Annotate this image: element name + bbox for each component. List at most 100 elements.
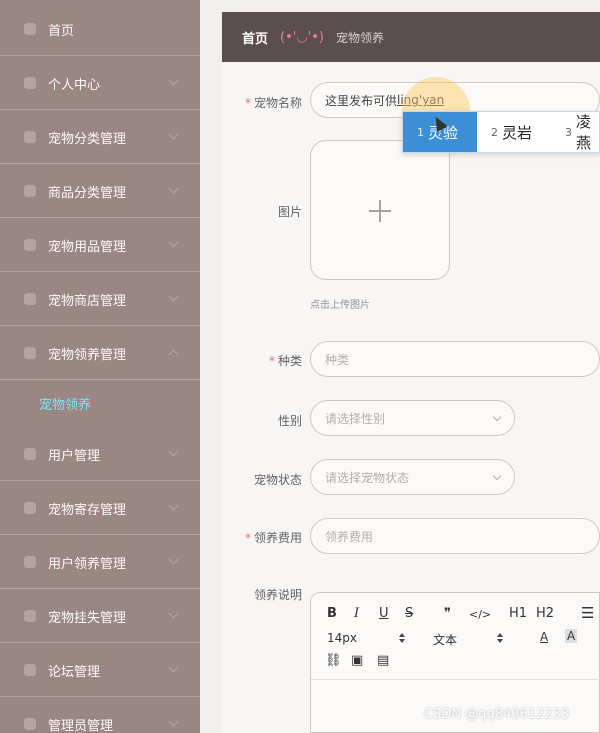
bold-button[interactable]: B (327, 606, 337, 621)
sidebar-item-label: 论坛管理 (48, 664, 101, 680)
sidebar-item-label: 宠物分类管理 (48, 131, 127, 147)
pet-name-label: * 宠物名称 (244, 96, 302, 110)
sidebar-subitem-label: 宠物领养 (39, 397, 92, 413)
chevron-down-icon (168, 662, 179, 673)
font-size-select[interactable]: 14px (327, 631, 357, 645)
required-mark: * (244, 531, 251, 545)
species-input[interactable]: 种类 (310, 341, 600, 377)
chevron-down-icon (168, 237, 179, 248)
pet-name-text: 这里发布可供 (325, 93, 398, 108)
main-content: 首页 (•'◡'•) 宠物领养 * 宠物名称 这里发布可供 ling'yan 图片 … (200, 0, 600, 733)
caret-up-icon (497, 633, 503, 637)
species-label: * 种类 (268, 354, 302, 368)
quote-button[interactable]: ❞ (444, 606, 451, 621)
sidebar-item-home[interactable]: 首页 (0, 3, 200, 56)
sidebar-item-label: 用户管理 (48, 448, 101, 464)
watermark: CSDN @qq840612233 (424, 707, 570, 722)
breadcrumb: 首页 (•'◡'•) 宠物领养 (222, 12, 600, 62)
admin-icon (24, 718, 36, 730)
background-color-button[interactable]: A (565, 629, 578, 643)
folder-icon (24, 131, 36, 143)
sidebar-item-pet-category[interactable]: 宠物分类管理 (0, 111, 200, 164)
image-label: 图片 (277, 205, 302, 219)
status-select[interactable]: 请选择宠物状态 (310, 459, 515, 495)
chevron-down-icon (168, 554, 179, 565)
sidebar-item-pet-shop[interactable]: 宠物商店管理 (0, 273, 200, 326)
chevron-up-icon (168, 349, 179, 360)
sidebar-item-user-adoption[interactable]: 用户领养管理 (0, 536, 200, 589)
ime-candidate-number: 2 (491, 125, 498, 139)
chevron-down-icon (492, 471, 502, 481)
caret-down-icon (497, 639, 503, 643)
required-mark: * (268, 354, 275, 368)
required-mark: * (244, 96, 251, 110)
adoption-form: * 宠物名称 这里发布可供 ling'yan 图片 点击上传图片 * 种类 种类 性别… (222, 62, 600, 733)
sidebar-item-admin[interactable]: 管理员管理 (0, 698, 200, 733)
sidebar-item-personal[interactable]: 个人中心 (0, 57, 200, 110)
gender-label: 性别 (277, 414, 302, 428)
breadcrumb-home[interactable]: 首页 (242, 28, 268, 47)
sidebar-item-pet-adoption[interactable]: 宠物领养管理 (0, 327, 200, 380)
sidebar-item-label: 个人中心 (48, 77, 101, 93)
chevron-down-icon (168, 608, 179, 619)
send-icon (24, 448, 36, 460)
sidebar-subitem-pet-adoption[interactable]: 宠物领养 (0, 378, 200, 428)
breadcrumb-emoticon: (•'◡'•) (280, 29, 324, 45)
sidebar-item-label: 商品分类管理 (48, 185, 127, 201)
flag-icon (24, 502, 36, 514)
sidebar-item-pet-supplies[interactable]: 宠物用品管理 (0, 219, 200, 272)
fee-input[interactable]: 领养费用 (310, 518, 600, 554)
status-label: 宠物状态 (253, 473, 302, 487)
sidebar-item-users[interactable]: 用户管理 (0, 428, 200, 481)
strike-button[interactable]: S (405, 606, 413, 621)
sidebar-item-pet-boarding[interactable]: 宠物寄存管理 (0, 482, 200, 535)
gender-placeholder: 请选择性别 (325, 411, 386, 426)
sidebar-item-label: 用户领养管理 (48, 556, 127, 572)
heart-icon (24, 347, 36, 359)
species-placeholder: 种类 (325, 352, 350, 367)
sidebar-item-label: 宠物寄存管理 (48, 502, 127, 518)
ime-candidate-number: 1 (417, 125, 424, 139)
box-icon (24, 239, 36, 251)
underline-button[interactable]: U (379, 606, 389, 621)
sidebar-item-label: 首页 (48, 23, 75, 39)
ime-candidate-text: 凌燕 (576, 113, 592, 152)
chevron-down-icon (168, 183, 179, 194)
code-button[interactable]: </> (469, 608, 491, 621)
italic-button[interactable]: I (354, 606, 359, 621)
image-icon[interactable]: ▣ (351, 653, 363, 668)
chevron-down-icon (168, 500, 179, 511)
image-upload[interactable] (310, 140, 450, 280)
h2-button[interactable]: H2 (536, 606, 554, 621)
sidebar-item-label: 管理员管理 (48, 718, 114, 733)
shop-icon (24, 293, 36, 305)
link-icon[interactable]: ⛓ (325, 653, 342, 668)
upload-hint: 点击上传图片 (310, 300, 370, 311)
user-icon (24, 77, 36, 89)
gender-select[interactable]: 请选择性别 (310, 400, 515, 436)
sidebar-item-label: 宠物挂失管理 (48, 610, 127, 626)
ime-candidate-2[interactable]: 2 灵岩 (491, 112, 551, 152)
list-icon (24, 185, 36, 197)
ime-candidate-number: 3 (565, 125, 572, 139)
sidebar-item-forum[interactable]: 论坛管理 (0, 644, 200, 697)
clock-icon (24, 556, 36, 568)
sidebar-item-goods-category[interactable]: 商品分类管理 (0, 165, 200, 218)
chevron-down-icon (168, 75, 179, 86)
description-label: 领养说明 (253, 588, 302, 602)
sidebar: 首页 个人中心 宠物分类管理 商品分类管理 宠物用品管理 宠物商店管理 宠物领养… (0, 0, 200, 733)
alert-icon (24, 610, 36, 622)
home-icon (24, 23, 36, 35)
caret-down-icon (399, 639, 405, 643)
sidebar-item-pet-lost[interactable]: 宠物挂失管理 (0, 590, 200, 643)
h1-button[interactable]: H1 (509, 606, 527, 621)
list-button[interactable]: ☰ (581, 604, 594, 622)
font-color-button[interactable]: A (540, 630, 548, 644)
status-placeholder: 请选择宠物状态 (325, 470, 410, 485)
sidebar-item-label: 宠物商店管理 (48, 293, 127, 309)
top-strip (200, 0, 600, 6)
video-icon[interactable]: ▤ (377, 653, 389, 668)
text-style-select[interactable]: 文本 (433, 631, 457, 648)
ime-candidate-3[interactable]: 3 凌燕 (565, 112, 600, 152)
fee-placeholder: 领养费用 (325, 529, 374, 544)
